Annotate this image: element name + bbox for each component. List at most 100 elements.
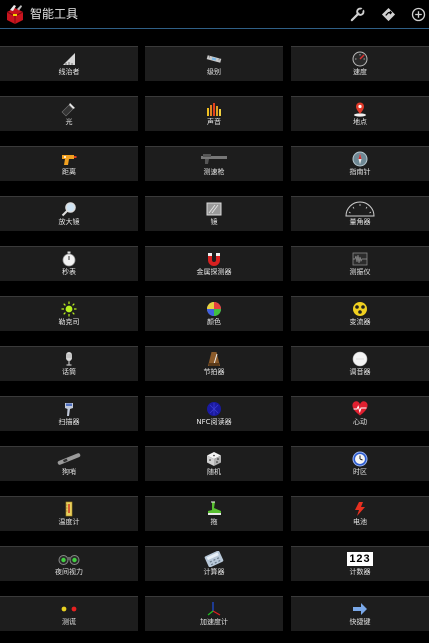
calculator-icon (203, 551, 225, 567)
tool-label: 放大镜 (58, 218, 80, 226)
tool-label: 速度 (353, 68, 367, 76)
night-vision-icon (58, 551, 80, 567)
tool-label: 颜色 (207, 318, 221, 326)
tool-tile-dog-whistle[interactable]: 狗哨 (0, 446, 138, 481)
tool-tile-magnifier[interactable]: 放大镜 (0, 196, 138, 231)
tool-tile-counter[interactable]: 123 计数器 (291, 546, 429, 581)
protractor-icon (345, 201, 375, 217)
toolbox-icon (4, 3, 26, 25)
scanner-icon (61, 401, 77, 417)
microphone-icon (61, 351, 77, 367)
dog-whistle-icon (55, 451, 83, 467)
vibration-icon (352, 251, 368, 267)
tool-tile-lie-detector[interactable]: 测谎 (0, 596, 138, 631)
sound-meter-icon (206, 101, 222, 117)
clock-icon (352, 451, 368, 467)
tool-label: 距离 (62, 168, 76, 176)
tool-label: 快捷键 (349, 618, 371, 626)
tool-tile-speed-gun[interactable]: 测速枪 (145, 146, 283, 181)
speedometer-icon (352, 51, 368, 67)
tool-label: 狗哨 (62, 468, 76, 476)
tool-tile-vibration[interactable]: 测振仪 (291, 246, 429, 281)
tool-tile-stopwatch[interactable]: 秒表 (0, 246, 138, 281)
tool-label: 拖 (210, 518, 218, 526)
dice-icon (206, 451, 222, 467)
flashlight-icon (61, 101, 77, 117)
tool-tile-metal-detector[interactable]: 金属探测器 (145, 246, 283, 281)
level-icon (206, 51, 222, 67)
nfc-icon (206, 401, 222, 417)
tool-tile-compass[interactable]: 指南针 (291, 146, 429, 181)
app-window: 智能工具 线治者 级别 速度 光 声音 地点 距离 测速枪 指南针 放大镜 镜 … (0, 0, 429, 643)
location-pin-icon (352, 101, 368, 117)
wrench-icon (350, 6, 365, 21)
tool-tile-sound[interactable]: 声音 (145, 96, 283, 131)
tool-label: 变流器 (349, 318, 371, 326)
tool-label: 计算器 (203, 568, 225, 576)
tool-label: NFC阅读器 (196, 418, 232, 426)
tool-tile-scanner[interactable]: 扫描器 (0, 396, 138, 431)
tool-tile-converter[interactable]: 变流器 (291, 296, 429, 331)
converter-icon (352, 301, 368, 317)
tool-tile-lux[interactable]: 勒克司 (0, 296, 138, 331)
distance-gun-icon (61, 151, 77, 167)
tool-label: 光 (65, 118, 73, 126)
tool-tile-microphone[interactable]: 话筒 (0, 346, 138, 381)
tool-label: 夜间视力 (55, 568, 83, 576)
tool-label: 声音 (207, 118, 221, 126)
title-bar: 智能工具 (0, 0, 429, 29)
tool-tile-night-vision[interactable]: 夜间视力 (0, 546, 138, 581)
tool-label: 计数器 (349, 568, 371, 576)
metronome-icon (206, 351, 222, 367)
tool-tile-nfc[interactable]: NFC阅读器 (145, 396, 283, 431)
tool-label: 测谎 (62, 618, 76, 626)
compass-icon (352, 151, 368, 167)
tool-label: 电池 (353, 518, 367, 526)
tool-tile-speed[interactable]: 速度 (291, 46, 429, 81)
tool-tile-tow[interactable]: 拖 (145, 496, 283, 531)
app-title: 智能工具 (30, 7, 79, 21)
tool-tile-light[interactable]: 光 (0, 96, 138, 131)
tool-tile-random[interactable]: 随机 (145, 446, 283, 481)
tool-tile-thermometer[interactable]: 温度计 (0, 496, 138, 531)
tool-tile-calculator[interactable]: 计算器 (145, 546, 283, 581)
tool-tile-ruler[interactable]: 线治者 (0, 46, 138, 81)
tool-tile-protractor[interactable]: 量角器 (291, 196, 429, 231)
tool-tile-location[interactable]: 地点 (291, 96, 429, 131)
tool-tile-level[interactable]: 级别 (145, 46, 283, 81)
settings-wrench-button[interactable] (348, 5, 366, 23)
add-icon (411, 7, 425, 21)
tool-tile-battery[interactable]: 电池 (291, 496, 429, 531)
stopwatch-icon (61, 251, 77, 267)
tool-tile-tuner[interactable]: 调音器 (291, 346, 429, 381)
tool-label: 量角器 (349, 218, 371, 226)
battery-icon (352, 501, 368, 517)
magnifier-icon (61, 201, 77, 217)
tool-label: 勒克司 (58, 318, 80, 326)
tool-label: 镜 (210, 218, 218, 226)
tool-label: 节拍器 (203, 368, 225, 376)
tool-label: 扫描器 (58, 418, 80, 426)
tool-tile-distance[interactable]: 距离 (0, 146, 138, 181)
navigate-button[interactable] (379, 5, 397, 23)
tool-label: 秒表 (62, 268, 76, 276)
tool-tile-accelerometer[interactable]: 加速度计 (145, 596, 283, 631)
tool-label: 加速度计 (200, 618, 228, 626)
color-icon (206, 301, 222, 317)
tool-label: 调音器 (349, 368, 371, 376)
tow-icon (206, 501, 222, 517)
tool-label: 测振仪 (349, 268, 371, 276)
tool-label: 地点 (353, 118, 367, 126)
counter-icon: 123 (347, 551, 373, 567)
tool-tile-shortcut[interactable]: 快捷键 (291, 596, 429, 631)
tool-tile-metronome[interactable]: 节拍器 (145, 346, 283, 381)
tool-tile-timezone[interactable]: 时区 (291, 446, 429, 481)
tool-label: 金属探测器 (196, 268, 232, 276)
tool-tile-heart-rate[interactable]: 心动 (291, 396, 429, 431)
speed-gun-icon (200, 151, 228, 167)
tool-label: 心动 (353, 418, 367, 426)
add-button[interactable] (409, 5, 427, 23)
tool-label: 随机 (207, 468, 221, 476)
tool-tile-color[interactable]: 颜色 (145, 296, 283, 331)
tool-tile-mirror[interactable]: 镜 (145, 196, 283, 231)
